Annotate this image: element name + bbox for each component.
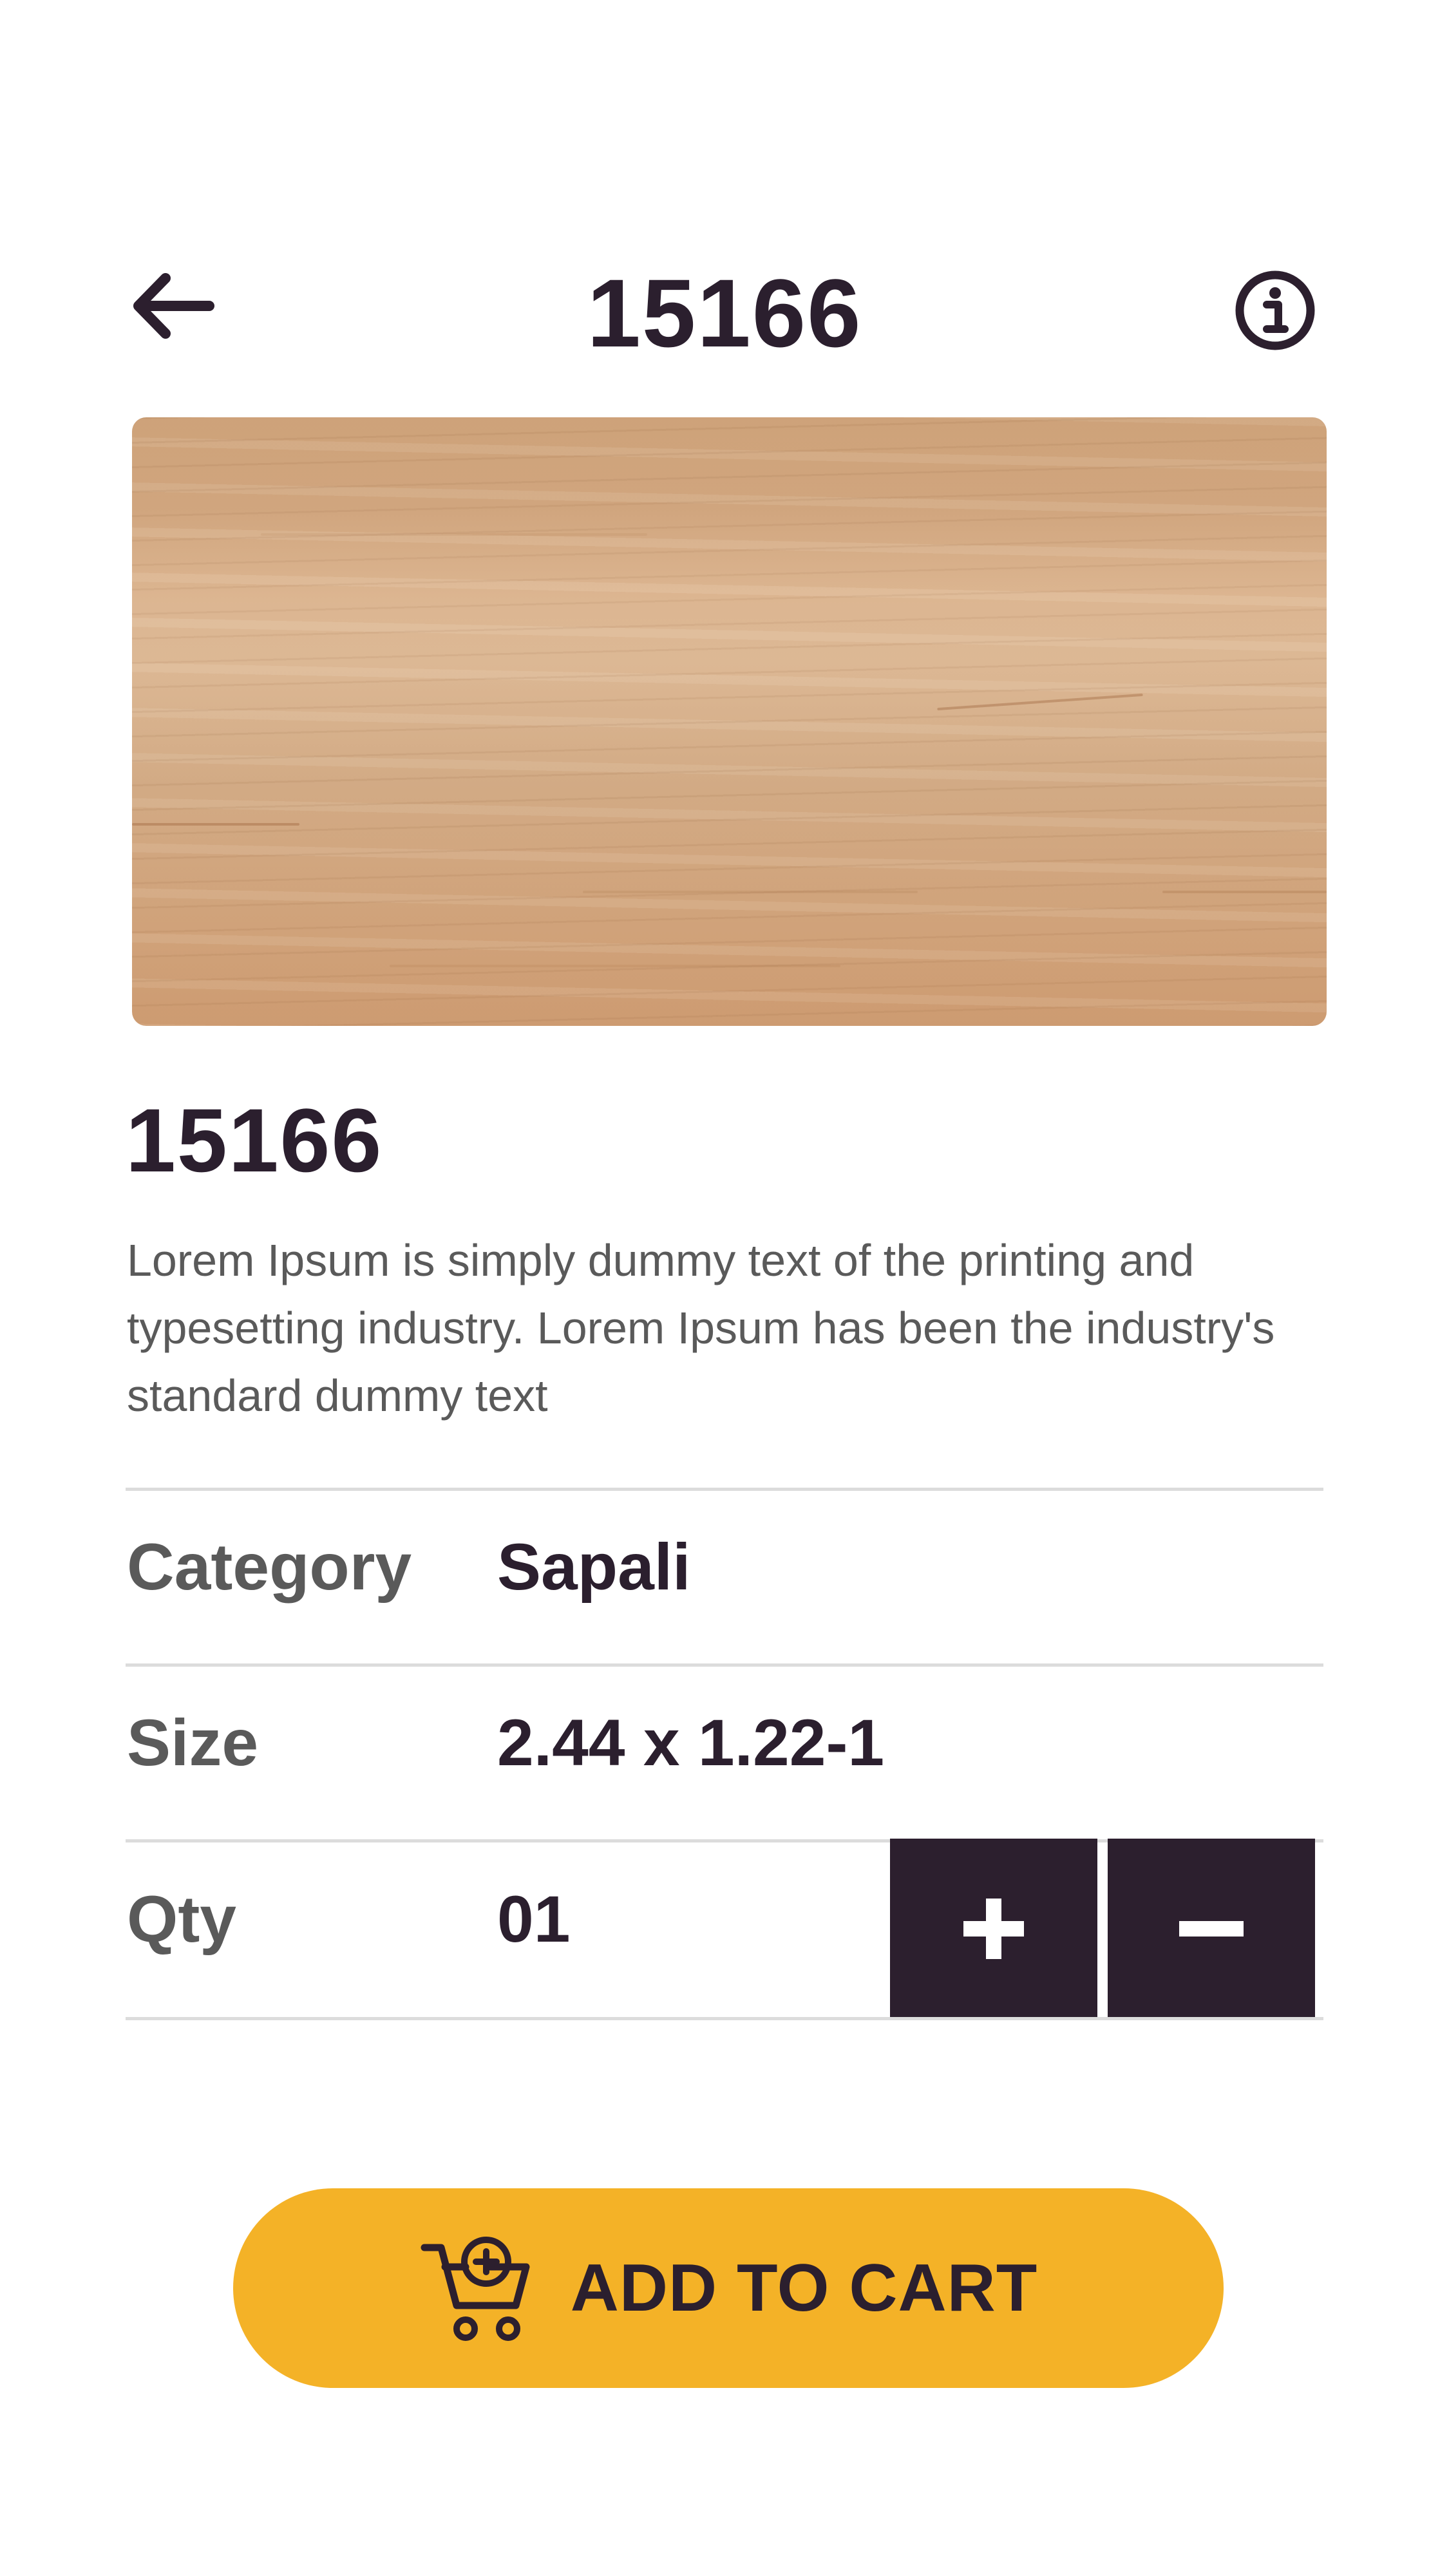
plus-icon [963,1899,1024,1959]
minus-icon [1179,1921,1244,1937]
qty-decrease-button[interactable] [1108,1839,1315,2019]
cart-add-icon [421,2237,530,2341]
divider [126,1663,1323,1667]
qty-label: Qty [127,1882,237,1956]
info-button[interactable] [1230,265,1320,355]
add-to-cart-button[interactable]: ADD TO CART [233,2188,1224,2388]
qty-value: 01 [497,1882,571,1956]
divider [126,1488,1323,1491]
product-image [132,417,1327,1026]
qty-increase-button[interactable] [890,1839,1097,2019]
size-label: Size [127,1706,259,1779]
product-name: 15166 [126,1090,383,1191]
divider [126,2017,1323,2020]
size-value: 2.44 x 1.22-1 [497,1706,885,1779]
category-value: Sapali [497,1530,691,1604]
product-description: Lorem Ipsum is simply dummy text of the … [127,1235,1275,1421]
header: 15166 [0,232,1449,380]
category-label: Category [127,1530,412,1604]
info-circle-icon [1235,270,1315,350]
add-to-cart-label: ADD TO CART [570,2250,1038,2325]
